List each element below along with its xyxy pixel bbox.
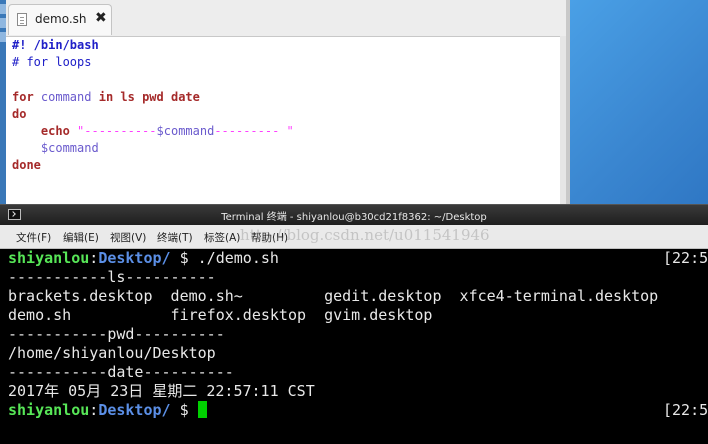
editor-tab-bar: demo.sh ✖	[6, 0, 566, 37]
menu-edit[interactable]: 编辑(E)	[63, 230, 99, 245]
code-line: do	[12, 106, 294, 123]
file-icon	[17, 13, 27, 26]
command-line: shiyanlou:Desktop/ $ ./demo.sh	[8, 249, 279, 267]
code-line: $command	[12, 140, 294, 157]
text-editor-window: demo.sh ✖ #! /bin/bash # for loops for com…	[6, 0, 566, 205]
code-line: for command in ls pwd date	[12, 89, 294, 106]
watermark: http://blog.csdn.net/u011541946	[240, 226, 490, 244]
code-token: # for loops	[12, 55, 92, 70]
code-line: #! /bin/bash	[12, 37, 294, 54]
code-token: in	[98, 89, 114, 104]
code-editor-area[interactable]: #! /bin/bash # for loops for command in ls…	[12, 37, 294, 175]
editor-scrollbar[interactable]	[560, 36, 566, 205]
code-token: $command	[156, 123, 215, 138]
code-line: echo "----------$command--------- "	[12, 123, 294, 140]
code-line: done	[12, 157, 294, 174]
timestamp: [22:5	[663, 249, 708, 267]
output-line: -----------pwd----------	[8, 325, 225, 343]
code-token: ls pwd date	[120, 89, 200, 104]
timestamp: [22:5	[663, 401, 708, 419]
close-icon[interactable]: ✖	[95, 10, 107, 26]
prompt-line[interactable]: shiyanlou:Desktop/ $	[8, 401, 207, 420]
terminal-window: Terminal 终端 - shiyanlou@b30cd21f8362: ~/…	[0, 204, 708, 444]
code-token: "----------	[69, 123, 157, 138]
code-token: done	[12, 158, 41, 173]
terminal-menubar: 文件(F) 编辑(E) 视图(V) 终端(T) 标签(A) 帮助(H) http…	[0, 225, 708, 249]
output-line: 2017年 05月 23日 星期二 22:57:11 CST	[8, 382, 315, 400]
output-line: /home/shiyanlou/Desktop	[8, 344, 216, 362]
text-cursor	[197, 401, 207, 418]
terminal-titlebar[interactable]: Terminal 终端 - shiyanlou@b30cd21f8362: ~/…	[0, 204, 708, 225]
desktop-background	[570, 0, 708, 205]
code-token: command	[33, 89, 99, 104]
code-token: $command	[40, 141, 99, 156]
window-title: Terminal 终端 - shiyanlou@b30cd21f8362: ~/…	[221, 212, 487, 223]
code-line: # for loops	[12, 54, 294, 71]
code-token: #! /bin/bash	[12, 38, 99, 52]
code-token: --------- "	[214, 123, 294, 138]
menu-terminal[interactable]: 终端(T)	[157, 230, 193, 245]
code-token: echo	[40, 123, 70, 138]
output-line: demo.sh firefox.desktop gvim.desktop	[8, 306, 433, 324]
tab-demo-sh[interactable]: demo.sh ✖	[8, 4, 112, 35]
terminal-output[interactable]: shiyanlou:Desktop/ $ ./demo.sh [22:5 ---…	[0, 249, 708, 444]
code-token: do	[12, 106, 27, 121]
output-line: brackets.desktop demo.sh~ gedit.desktop …	[8, 287, 659, 305]
menu-file[interactable]: 文件(F)	[16, 230, 51, 245]
output-line: -----------date----------	[8, 363, 234, 381]
tab-label: demo.sh	[35, 12, 87, 26]
output-line: -----------ls----------	[8, 268, 216, 286]
menu-tabs[interactable]: 标签(A)	[204, 230, 240, 245]
code-token: for	[12, 89, 34, 104]
menu-view[interactable]: 视图(V)	[110, 230, 146, 245]
